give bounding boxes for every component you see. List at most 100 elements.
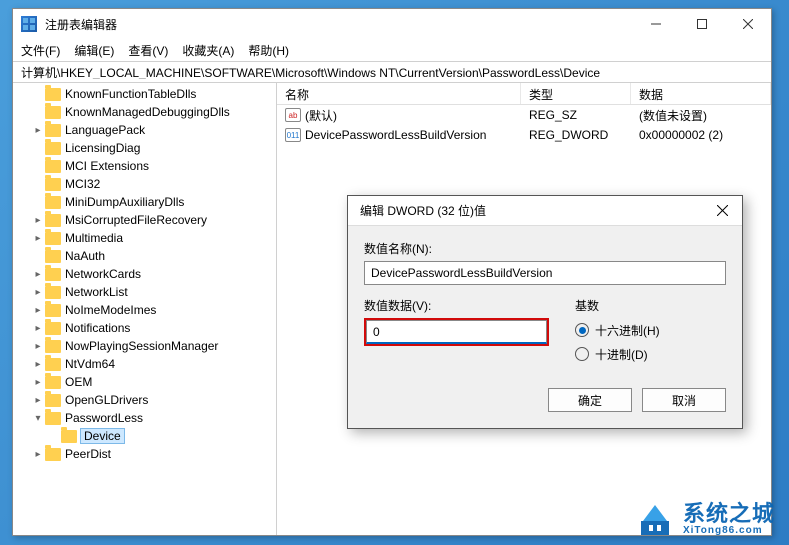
close-button[interactable]	[725, 9, 771, 39]
tree-item[interactable]: ▸Notifications	[15, 319, 276, 337]
folder-icon	[45, 268, 61, 281]
value-name-input[interactable]	[364, 261, 726, 285]
cell-data: (数值未设置)	[631, 107, 771, 124]
tree-item-label: MCI Extensions	[65, 159, 149, 173]
cell-name: DevicePasswordLessBuildVersion	[305, 128, 486, 142]
menu-file[interactable]: 文件(F)	[21, 42, 60, 59]
window-title: 注册表编辑器	[45, 16, 117, 33]
watermark-text-en: XiTong86.com	[683, 525, 775, 536]
minimize-icon	[651, 19, 661, 29]
menu-view[interactable]: 查看(V)	[128, 42, 168, 59]
tree-item-child[interactable]: Device	[15, 427, 276, 445]
folder-icon	[45, 142, 61, 155]
menubar: 文件(F) 编辑(E) 查看(V) 收藏夹(A) 帮助(H)	[13, 39, 771, 61]
app-icon	[21, 16, 37, 32]
tree-item[interactable]: ▸ OpenGLDrivers	[15, 391, 276, 409]
folder-icon	[45, 124, 61, 137]
maximize-button[interactable]	[679, 9, 725, 39]
tree-item[interactable]: NaAuth	[15, 247, 276, 265]
folder-icon	[45, 394, 61, 407]
folder-icon	[45, 358, 61, 371]
tree-item-label: OpenGLDrivers	[65, 393, 148, 407]
cancel-button[interactable]: 取消	[642, 388, 726, 412]
caret-icon: ▸	[31, 359, 45, 370]
tree-item[interactable]: ▸OEM	[15, 373, 276, 391]
col-header-type[interactable]: 类型	[521, 83, 631, 104]
tree-panel[interactable]: KnownFunctionTableDlls KnownManagedDebugg…	[13, 83, 277, 535]
dialog-titlebar: 编辑 DWORD (32 位)值	[348, 196, 742, 226]
value-data-label: 数值数据(V):	[364, 297, 549, 314]
tree-item[interactable]: MCI32	[15, 175, 276, 193]
col-header-data[interactable]: 数据	[631, 83, 771, 104]
value-name-label: 数值名称(N):	[364, 240, 726, 257]
tree-item-label: Notifications	[65, 321, 130, 335]
tree-item-label: MsiCorruptedFileRecovery	[65, 213, 207, 227]
folder-icon	[45, 88, 61, 101]
tree-item[interactable]: KnownManagedDebuggingDlls	[15, 103, 276, 121]
list-row[interactable]: ab(默认)REG_SZ(数值未设置)	[277, 105, 771, 125]
tree-item-label: NtVdm64	[65, 357, 115, 371]
tree-item[interactable]: LicensingDiag	[15, 139, 276, 157]
tree-item-label: NetworkList	[65, 285, 128, 299]
radio-dec-label: 十进制(D)	[595, 346, 648, 363]
folder-icon	[45, 448, 61, 461]
caret-icon: ▸	[31, 341, 45, 352]
tree-item-label: NowPlayingSessionManager	[65, 339, 218, 353]
caret-icon: ▸	[31, 395, 45, 406]
tree-item[interactable]: KnownFunctionTableDlls	[15, 85, 276, 103]
radio-hex[interactable]: 十六进制(H)	[575, 318, 726, 342]
menu-favorites[interactable]: 收藏夹(A)	[182, 42, 234, 59]
menu-help[interactable]: 帮助(H)	[248, 42, 289, 59]
titlebar: 注册表编辑器	[13, 9, 771, 39]
caret-icon: ▸	[31, 215, 45, 226]
folder-icon	[45, 304, 61, 317]
tree-item[interactable]: ▾PasswordLess	[15, 409, 276, 427]
dialog-title: 编辑 DWORD (32 位)值	[360, 202, 702, 219]
watermark: 系统之城 XiTong86.com	[635, 499, 775, 539]
tree-item[interactable]: ▸ NowPlayingSessionManager	[15, 337, 276, 355]
tree-item[interactable]: ▸LanguagePack	[15, 121, 276, 139]
tree-item[interactable]: ▸ MsiCorruptedFileRecovery	[15, 211, 276, 229]
radio-dec[interactable]: 十进制(D)	[575, 342, 726, 366]
folder-icon	[45, 250, 61, 263]
dialog-close-button[interactable]	[702, 196, 742, 226]
menu-edit[interactable]: 编辑(E)	[74, 42, 114, 59]
caret-icon: ▸	[31, 305, 45, 316]
cell-type: REG_DWORD	[521, 128, 631, 142]
tree-item[interactable]: ▸ NtVdm64	[15, 355, 276, 373]
tree-item[interactable]: MiniDumpAuxiliaryDlls	[15, 193, 276, 211]
tree-item-label: Multimedia	[65, 231, 123, 245]
cell-data: 0x00000002 (2)	[631, 128, 771, 142]
tree-item[interactable]: ▸NoImeModeImes	[15, 301, 276, 319]
watermark-text-cn: 系统之城	[683, 503, 775, 525]
tree-item-label: LanguagePack	[65, 123, 145, 137]
tree-item[interactable]: ▸ NetworkList	[15, 283, 276, 301]
tree-item[interactable]: MCI Extensions	[15, 157, 276, 175]
caret-icon: ▸	[31, 233, 45, 244]
folder-icon	[45, 106, 61, 119]
radio-icon	[575, 347, 589, 361]
address-input[interactable]	[21, 65, 763, 79]
reg-dword-icon: 011	[285, 128, 301, 142]
list-row[interactable]: 011 DevicePasswordLessBuildVersion REG_DWO…	[277, 125, 771, 145]
tree-item[interactable]: ▸PeerDist	[15, 445, 276, 463]
col-header-name[interactable]: 名称	[277, 83, 521, 104]
address-bar	[13, 61, 771, 83]
tree-item-label: MCI32	[65, 177, 100, 191]
caret-icon: ▸	[31, 287, 45, 298]
value-data-input[interactable]	[366, 320, 547, 344]
tree-item[interactable]: ▸NetworkCards	[15, 265, 276, 283]
folder-icon	[45, 178, 61, 191]
caret-icon: ▸	[31, 269, 45, 280]
cell-type: REG_SZ	[521, 108, 631, 122]
close-icon	[743, 19, 753, 29]
tree-item-label: KnownManagedDebuggingDlls	[65, 105, 230, 119]
ok-button[interactable]: 确定	[548, 388, 632, 412]
caret-icon: ▸	[31, 449, 45, 460]
maximize-icon	[697, 19, 707, 29]
minimize-button[interactable]	[633, 9, 679, 39]
tree-item[interactable]: ▸ Multimedia	[15, 229, 276, 247]
radio-hex-label: 十六进制(H)	[595, 322, 660, 339]
list-rows: ab(默认)REG_SZ(数值未设置) 011 DevicePasswordLess…	[277, 105, 771, 145]
list-header: 名称 类型 数据	[277, 83, 771, 105]
